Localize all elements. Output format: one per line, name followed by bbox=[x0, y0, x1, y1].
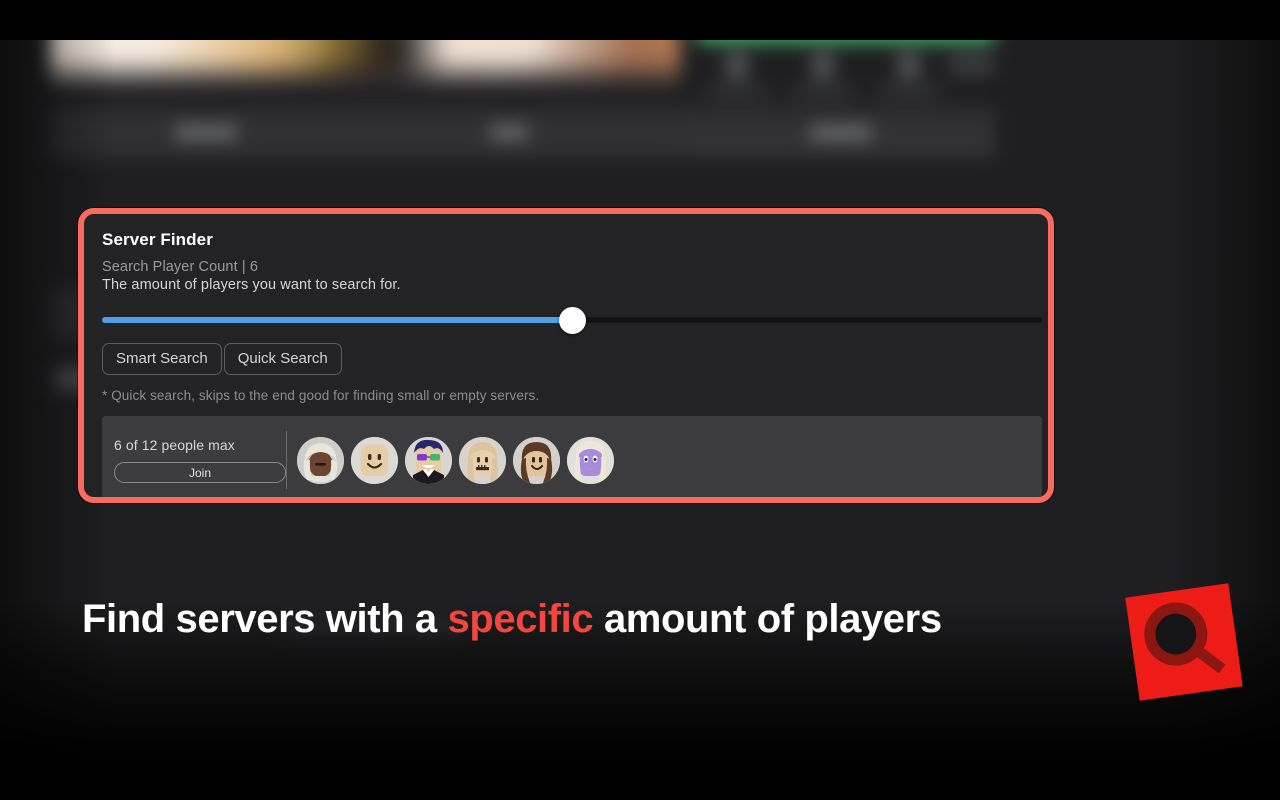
tab-about bbox=[175, 127, 237, 138]
stat-icon-favorites bbox=[812, 53, 834, 79]
server-finder-panel: Server Finder Search Player Count | 6 Th… bbox=[78, 208, 1054, 503]
server-divider bbox=[286, 431, 287, 489]
avatar-blue-hair-sunglasses[interactable] bbox=[405, 436, 452, 484]
server-finder-content: Server Finder Search Player Count | 6 Th… bbox=[84, 214, 1048, 497]
slider-fill bbox=[102, 317, 574, 323]
caption-before: Find servers with a bbox=[82, 597, 448, 641]
server-capacity-label: 6 of 12 people max bbox=[114, 437, 235, 453]
avatar-brown-hair-smile[interactable] bbox=[513, 436, 560, 484]
tab-underline bbox=[680, 143, 996, 145]
server-list-item[interactable]: 6 of 12 people max Join bbox=[102, 416, 1042, 497]
stat-icon-visits bbox=[898, 53, 920, 79]
play-button bbox=[696, 40, 996, 43]
letterbox-top bbox=[0, 0, 1280, 40]
player-count-slider[interactable] bbox=[102, 307, 1042, 334]
stat-label-players bbox=[705, 87, 769, 96]
caption-highlight: specific bbox=[447, 597, 594, 641]
caption-after: amount of players bbox=[593, 597, 942, 641]
tab-servers bbox=[810, 127, 872, 138]
avatar-purple-face-blonde[interactable] bbox=[567, 436, 614, 484]
screenshot-stage: Server Finder Search Player Count | 6 Th… bbox=[0, 0, 1280, 800]
slider-thumb[interactable] bbox=[559, 307, 586, 334]
avatar-white-hair-dark-skin[interactable] bbox=[297, 436, 344, 484]
page-title: Server Finder bbox=[102, 230, 213, 249]
stat-label-favorites bbox=[791, 87, 855, 96]
search-mode-buttons: Smart Search Quick Search bbox=[102, 343, 1030, 376]
server-info: 6 of 12 people max Join bbox=[102, 437, 286, 483]
thumbnail-shade bbox=[50, 57, 680, 90]
join-button[interactable]: Join bbox=[114, 462, 286, 483]
tab-store bbox=[490, 127, 528, 138]
stat-extra bbox=[950, 53, 994, 75]
quick-search-note: * Quick search, skips to the end good fo… bbox=[102, 388, 540, 404]
magnifier-logo bbox=[1118, 576, 1250, 708]
quick-search-button[interactable]: Quick Search bbox=[223, 343, 342, 376]
avatar-blonde-long-hair[interactable] bbox=[459, 436, 506, 484]
caption: Find servers with a specific amount of p… bbox=[82, 594, 982, 645]
stat-icon-players bbox=[726, 53, 748, 79]
letterbox-bottom bbox=[0, 762, 1280, 800]
stat-label-visits bbox=[877, 87, 941, 96]
player-count-label: Search Player Count | 6 bbox=[102, 259, 258, 275]
avatar-classic-yellow-smile[interactable] bbox=[351, 436, 398, 484]
smart-search-button[interactable]: Smart Search bbox=[102, 343, 222, 376]
server-avatar-list bbox=[293, 436, 614, 484]
player-count-description: The amount of players you want to search… bbox=[102, 277, 401, 293]
